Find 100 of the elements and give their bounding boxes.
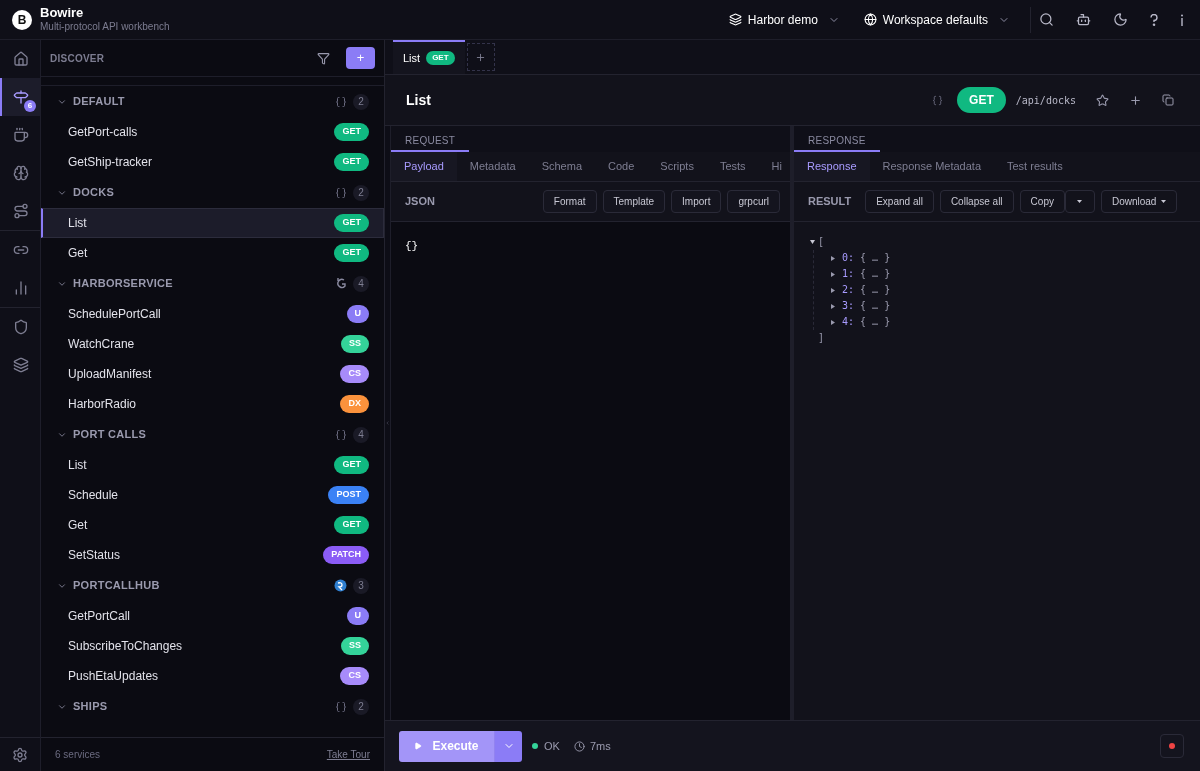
toolbar-button[interactable]: Format: [542, 190, 597, 213]
expand-caret-icon[interactable]: [831, 271, 836, 277]
tab[interactable]: Schema: [528, 152, 595, 181]
count-badge: 4: [353, 275, 369, 292]
endpoint-name: Get: [68, 517, 88, 534]
endpoint-item[interactable]: GetPortCall U: [41, 601, 384, 631]
endpoint-item[interactable]: GetShip-tracker GET: [41, 147, 384, 177]
group-header[interactable]: DOCKS 2: [41, 177, 384, 208]
tab[interactable]: Response Metadata: [869, 152, 994, 181]
expand-caret-icon[interactable]: [831, 255, 836, 261]
plus-icon[interactable]: [1129, 93, 1142, 107]
toolbar-button[interactable]: Import: [671, 190, 722, 213]
play-icon: [414, 742, 423, 750]
method-badge: GET: [957, 87, 1006, 113]
tab[interactable]: Scripts: [647, 152, 707, 181]
group-header[interactable]: PORT CALLS 4: [41, 419, 384, 450]
endpoint-item[interactable]: Get GET: [41, 510, 384, 540]
protocol-icon: [335, 276, 347, 291]
tab[interactable]: Tests: [706, 152, 759, 181]
method-badge: PATCH: [323, 546, 369, 564]
endpoint-path: /api/docks: [1015, 93, 1076, 108]
endpoint-item[interactable]: List GET: [41, 450, 384, 480]
endpoint-name: Schedule: [68, 487, 119, 504]
tab[interactable]: Test results: [994, 152, 1067, 181]
endpoint-item[interactable]: Get GET: [41, 238, 384, 268]
method-badge: GET: [334, 123, 369, 141]
endpoint-item[interactable]: GetPort-calls GET: [41, 117, 384, 147]
take-tour-link[interactable]: Take Tour: [326, 747, 370, 762]
braces-icon: [335, 95, 347, 108]
count-badge: 6: [24, 100, 36, 112]
shield-icon: [13, 319, 29, 335]
search-icon[interactable]: [1039, 12, 1054, 27]
tab[interactable]: Code: [595, 152, 648, 181]
group-header[interactable]: HARBORSERVICE 4: [41, 268, 384, 299]
app-title: Bowire: [40, 5, 85, 22]
method-badge: GET: [334, 456, 369, 474]
endpoint-item[interactable]: SetStatus PATCH: [41, 540, 384, 570]
caret-icon: [1077, 200, 1083, 203]
star-icon[interactable]: [1096, 93, 1109, 107]
chart-icon: [13, 280, 29, 296]
json-entry: 4: { … }: [842, 315, 891, 329]
copy-icon[interactable]: [1162, 94, 1174, 106]
endpoint-name: List: [68, 457, 87, 474]
endpoint-item[interactable]: WatchCrane SS: [41, 329, 384, 359]
expand-caret-icon[interactable]: [831, 287, 836, 293]
endpoint-item[interactable]: HarborRadio DX: [41, 389, 384, 419]
expand-caret-icon[interactable]: [831, 319, 836, 325]
count-badge: 2: [353, 698, 369, 715]
service-count: 6 services: [55, 748, 100, 762]
endpoint-item[interactable]: SchedulePortCall U: [41, 299, 384, 329]
sidebar-title: DISCOVER: [50, 51, 105, 66]
workspace-dropdown[interactable]: Harbor demo: [728, 10, 840, 29]
moon-icon[interactable]: [1113, 12, 1128, 27]
help-icon[interactable]: [1150, 13, 1158, 26]
endpoint-item[interactable]: Schedule POST: [41, 480, 384, 510]
endpoint-item[interactable]: UploadManifest CS: [41, 359, 384, 389]
endpoint-name: HarborRadio: [68, 396, 137, 413]
method-badge: GET: [334, 516, 369, 534]
endpoint-item[interactable]: PushEtaUpdates CS: [41, 661, 384, 691]
method-badge: U: [346, 607, 369, 625]
endpoint-item[interactable]: List GET: [41, 208, 384, 238]
toolbar-button[interactable]: Copy: [1019, 190, 1065, 213]
tab[interactable]: Metadata: [456, 152, 529, 181]
expand-caret-icon[interactable]: [831, 303, 836, 309]
endpoint-item[interactable]: SubscribeToChanges SS: [41, 631, 384, 661]
record-button[interactable]: [1160, 734, 1184, 758]
tab[interactable]: Payload: [391, 152, 457, 181]
info-icon[interactable]: [1180, 13, 1184, 26]
braces-icon: [335, 186, 347, 199]
json-entry: 3: { … }: [842, 299, 891, 313]
execute-options-button[interactable]: [494, 730, 522, 762]
group-header[interactable]: SHIPS 2: [41, 691, 384, 722]
group-header[interactable]: DEFAULT 2: [41, 86, 384, 117]
toolbar-button[interactable]: Expand all: [865, 190, 934, 213]
method-badge: DX: [340, 395, 369, 413]
method-badge: GET: [334, 244, 369, 262]
status-text: OK: [544, 738, 560, 754]
logo: B: [12, 9, 32, 30]
robot-icon[interactable]: [1076, 12, 1091, 27]
toolbar-button[interactable]: Collapse all: [939, 190, 1014, 213]
tab[interactable]: Response: [794, 152, 870, 181]
filter-icon[interactable]: [317, 51, 330, 65]
download-button[interactable]: Download: [1100, 190, 1178, 213]
group-name: HARBORSERVICE: [73, 276, 173, 292]
count-badge: 2: [353, 93, 369, 110]
environment-dropdown[interactable]: Workspace defaults: [863, 10, 1010, 29]
toolbar-button[interactable]: grpcurl: [727, 190, 780, 213]
tab[interactable]: Hi: [758, 152, 786, 181]
caret-icon: [1161, 200, 1167, 203]
method-badge: U: [346, 305, 369, 323]
method-badge: GET: [334, 214, 369, 232]
expand-caret-icon[interactable]: [810, 239, 815, 245]
mug-icon: [13, 127, 29, 143]
count-badge: 4: [353, 426, 369, 443]
group-name: DEFAULT: [73, 94, 125, 110]
toolbar-button[interactable]: Template: [602, 190, 666, 213]
settings-icon[interactable]: [12, 746, 28, 763]
request-tab[interactable]: List GET: [393, 40, 465, 74]
group-header[interactable]: PORTCALLHUB 3: [41, 570, 384, 601]
app-subtitle: Multi-protocol API workbench: [40, 21, 170, 34]
